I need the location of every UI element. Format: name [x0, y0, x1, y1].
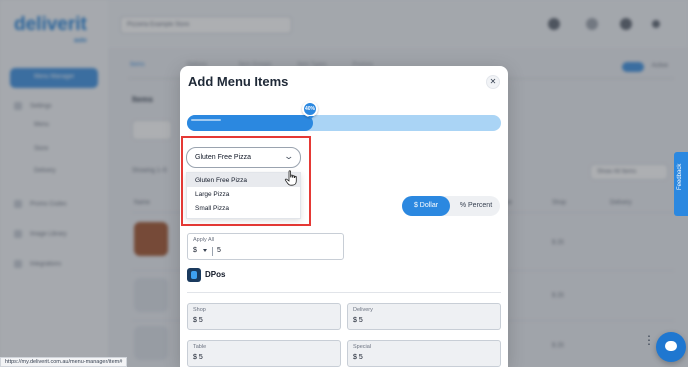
percent-mode-button[interactable]: % Percent: [454, 196, 498, 216]
dropdown-option-small[interactable]: Small Pizza: [187, 201, 300, 215]
feedback-label: Feedback: [677, 163, 683, 190]
apply-all-field[interactable]: Apply All $ 5: [187, 233, 344, 260]
modal-title: Add Menu Items: [188, 74, 289, 89]
caret-down-icon: [203, 249, 207, 252]
more-options-icon[interactable]: ⋮: [643, 334, 655, 346]
chevron-down-icon: ⌄: [283, 151, 295, 161]
field-divider: [212, 247, 213, 256]
table-price-value: $ 5: [193, 354, 203, 361]
feedback-tab[interactable]: Feedback: [674, 152, 688, 216]
special-price-field[interactable]: Special $ 5: [347, 340, 501, 367]
special-price-value: $ 5: [353, 354, 363, 361]
dpos-logo-icon: [187, 268, 201, 282]
status-bar-url: https://my.deliverit.com.au/menu-manager…: [0, 357, 128, 367]
shop-price-field[interactable]: Shop $ 5: [187, 303, 341, 330]
section-divider: [187, 292, 501, 293]
table-price-field[interactable]: Table $ 5: [187, 340, 341, 367]
delivery-price-value: $ 5: [353, 317, 363, 324]
progress-fill: [187, 115, 313, 131]
pizza-size-select[interactable]: Gluten Free Pizza ⌄: [186, 147, 301, 168]
progress-caret: [308, 116, 314, 119]
currency-select[interactable]: $: [193, 247, 197, 254]
special-price-label: Special: [353, 344, 372, 350]
shop-price-value: $ 5: [193, 317, 203, 324]
pizza-size-select-value: Gluten Free Pizza: [195, 154, 252, 161]
table-price-label: Table: [193, 344, 207, 350]
dollar-mode-button[interactable]: $ Dollar: [402, 196, 450, 216]
delivery-price-label: Delivery: [353, 307, 373, 313]
price-mode-toggle: $ Dollar % Percent: [402, 196, 500, 216]
close-icon[interactable]: ✕: [486, 75, 500, 89]
delivery-price-field[interactable]: Delivery $ 5: [347, 303, 501, 330]
apply-all-value: 5: [217, 247, 221, 254]
progress-badge: 40%: [302, 101, 318, 117]
progress-bar: [187, 115, 501, 131]
chat-icon[interactable]: [656, 332, 686, 362]
add-menu-items-modal: Add Menu Items ✕ 40% Gluten Free Pizza ⌄…: [180, 66, 508, 367]
pos-name: DPos: [205, 270, 226, 279]
apply-all-label: Apply All: [193, 237, 215, 243]
shop-price-label: Shop: [193, 307, 206, 313]
dropdown-option-large[interactable]: Large Pizza: [187, 187, 300, 201]
hand-cursor-icon: [284, 170, 297, 186]
